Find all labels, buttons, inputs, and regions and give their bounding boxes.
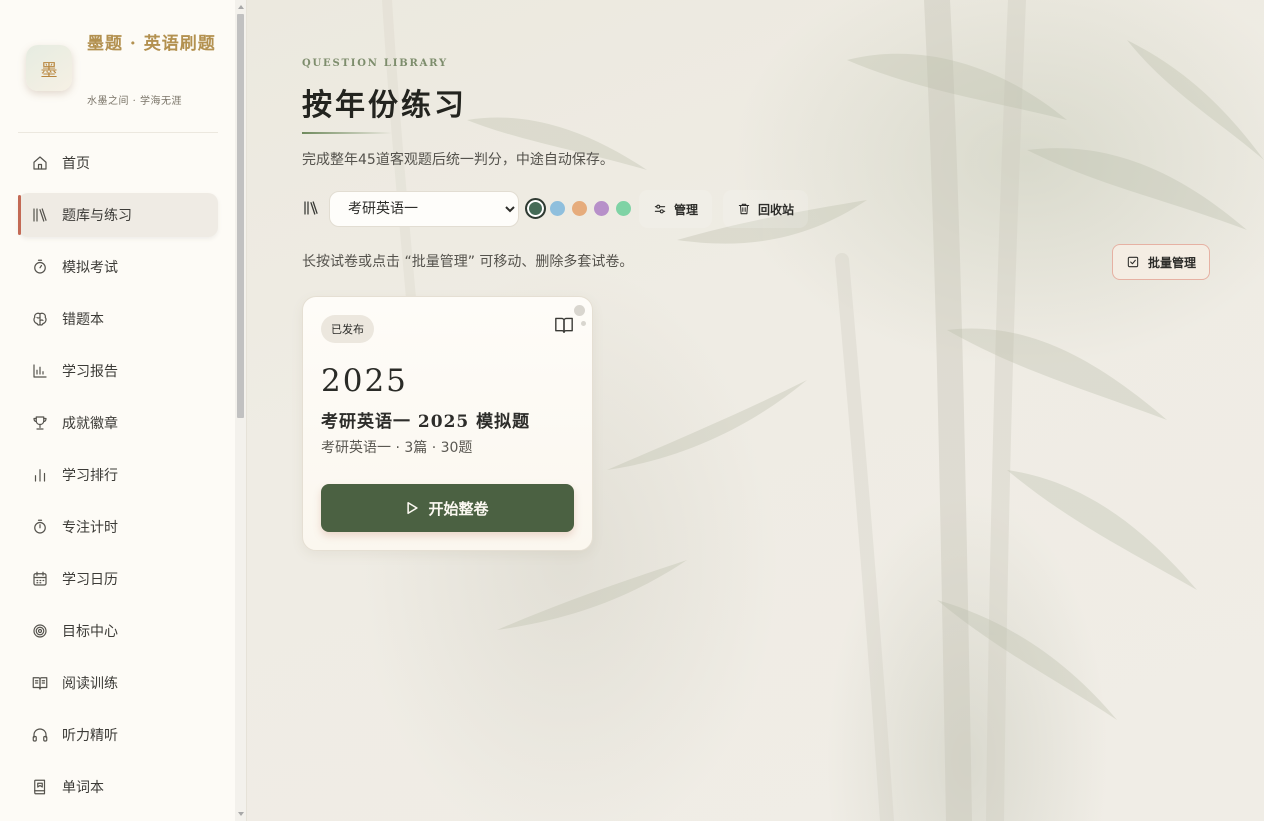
card-year: 2025 <box>321 363 408 399</box>
sidebar-item-vocabulary[interactable]: 单词本 <box>18 765 218 809</box>
sidebar-item-label: 成就徽章 <box>62 416 118 432</box>
brain-icon <box>31 310 49 328</box>
notebook-icon <box>31 778 49 796</box>
recycle-bin-button[interactable]: 回收站 <box>723 190 809 228</box>
brand-subtitle: 水墨之间 · 学海无涯 <box>87 96 183 107</box>
headphones-icon <box>31 726 49 744</box>
brand-logo: 墨 <box>26 45 72 91</box>
batch-hint-text: 长按试卷或点击 “批量管理” 可移动、删除多套试卷。 <box>302 254 634 270</box>
brand-divider <box>18 132 218 133</box>
trophy-icon <box>31 414 49 432</box>
play-icon <box>407 501 419 515</box>
page-description: 完成整年45道客观题后统一判分，中途自动保存。 <box>302 152 614 168</box>
recycle-bin-button-label: 回收站 <box>758 202 795 217</box>
color-swatch-mint[interactable] <box>616 201 631 216</box>
exam-type-select[interactable]: 考研英语一 <box>329 191 519 227</box>
sidebar-item-reading[interactable]: 阅读训练 <box>18 661 218 705</box>
open-book-icon <box>554 316 574 334</box>
page-eyebrow: QUESTION LIBRARY <box>302 58 448 69</box>
sidebar-nav: 首页 题库与练习 模拟考试 错题本 学习报告 成就徽章 学习排行 专注计时 学习… <box>0 141 236 817</box>
sliders-icon <box>654 204 666 214</box>
calendar-icon <box>31 570 49 588</box>
home-icon <box>31 154 49 172</box>
sidebar-item-mock-exam[interactable]: 模拟考试 <box>18 245 218 289</box>
title-underline <box>302 132 392 134</box>
scroll-up-arrow-icon[interactable] <box>238 5 244 9</box>
checkbox-icon <box>1127 256 1139 268</box>
scroll-down-arrow-icon[interactable] <box>238 812 244 816</box>
batch-manage-button[interactable]: 批量管理 <box>1112 244 1210 280</box>
batch-manage-button-label: 批量管理 <box>1147 255 1196 270</box>
stopwatch-icon <box>31 258 49 276</box>
status-badge: 已发布 <box>321 315 374 343</box>
color-swatch-orange[interactable] <box>572 201 587 216</box>
sidebar-item-calendar[interactable]: 学习日历 <box>18 557 218 601</box>
sidebar-item-listening[interactable]: 听力精听 <box>18 713 218 757</box>
color-swatch-purple[interactable] <box>594 201 609 216</box>
sidebar-item-goals[interactable]: 目标中心 <box>18 609 218 653</box>
sidebar-item-label: 模拟考试 <box>62 260 118 276</box>
sidebar-item-home[interactable]: 首页 <box>18 141 218 185</box>
sidebar-item-library[interactable]: 题库与练习 <box>18 193 218 237</box>
sidebar-scroll-thumb[interactable] <box>237 14 244 418</box>
sidebar-item-label: 错题本 <box>62 312 104 328</box>
page-title: 按年份练习 <box>302 88 467 123</box>
card-decoration-dot <box>581 321 586 326</box>
card-meta: 考研英语一 · 3篇 · 30题 <box>321 440 473 456</box>
sidebar-item-report[interactable]: 学习报告 <box>18 349 218 393</box>
sidebar-item-label: 目标中心 <box>62 624 118 640</box>
timer-icon <box>31 518 49 536</box>
sidebar-item-focus-timer[interactable]: 专注计时 <box>18 505 218 549</box>
sidebar-item-badges[interactable]: 成就徽章 <box>18 401 218 445</box>
card-title: 考研英语一 2025 模拟题 <box>321 412 531 432</box>
sidebar-item-label: 首页 <box>62 156 90 172</box>
bar-chart-icon <box>31 362 49 380</box>
sidebar-item-label: 学习排行 <box>62 468 118 484</box>
library-toolbar: 考研英语一 管理 回收站 <box>302 190 822 228</box>
start-full-paper-button[interactable]: 开始整卷 <box>321 484 574 532</box>
sidebar-item-mistakes[interactable]: 错题本 <box>18 297 218 341</box>
library-icon <box>302 199 320 217</box>
brand-title: 墨题 · 英语刷题 <box>87 34 216 54</box>
sidebar-item-label: 题库与练习 <box>62 208 132 224</box>
sidebar-item-label: 学习日历 <box>62 572 118 588</box>
start-button-label: 开始整卷 <box>428 499 489 518</box>
ranking-icon <box>31 466 49 484</box>
target-icon <box>31 622 49 640</box>
card-decoration-dot <box>574 305 585 316</box>
color-swatch-dark-green[interactable] <box>525 198 546 219</box>
manage-button[interactable]: 管理 <box>639 190 713 228</box>
open-book-icon <box>31 674 49 692</box>
exam-paper-card[interactable]: 已发布 2025 考研英语一 2025 模拟题 考研英语一 · 3篇 · 30题… <box>302 296 593 551</box>
sidebar-item-label: 阅读训练 <box>62 676 118 692</box>
sidebar-item-label: 学习报告 <box>62 364 118 380</box>
manage-button-label: 管理 <box>674 202 699 217</box>
sidebar-scroll-area: 墨 墨题 · 英语刷题 水墨之间 · 学海无涯 首页 题库与练习 模拟考试 错题… <box>0 0 236 821</box>
sidebar-item-label: 单词本 <box>62 780 104 796</box>
brand: 墨 墨题 · 英语刷题 水墨之间 · 学海无涯 <box>0 0 236 132</box>
sidebar-item-label: 听力精听 <box>62 728 118 744</box>
library-icon <box>31 206 49 224</box>
trash-icon <box>738 203 750 215</box>
sidebar-item-label: 专注计时 <box>62 520 118 536</box>
sidebar: 墨 墨题 · 英语刷题 水墨之间 · 学海无涯 首页 题库与练习 模拟考试 错题… <box>0 0 247 821</box>
sidebar-item-ranking[interactable]: 学习排行 <box>18 453 218 497</box>
sidebar-scrollbar[interactable] <box>235 0 246 821</box>
color-swatch-blue[interactable] <box>550 201 565 216</box>
main-content: QUESTION LIBRARY 按年份练习 完成整年45道客观题后统一判分，中… <box>247 0 1264 821</box>
